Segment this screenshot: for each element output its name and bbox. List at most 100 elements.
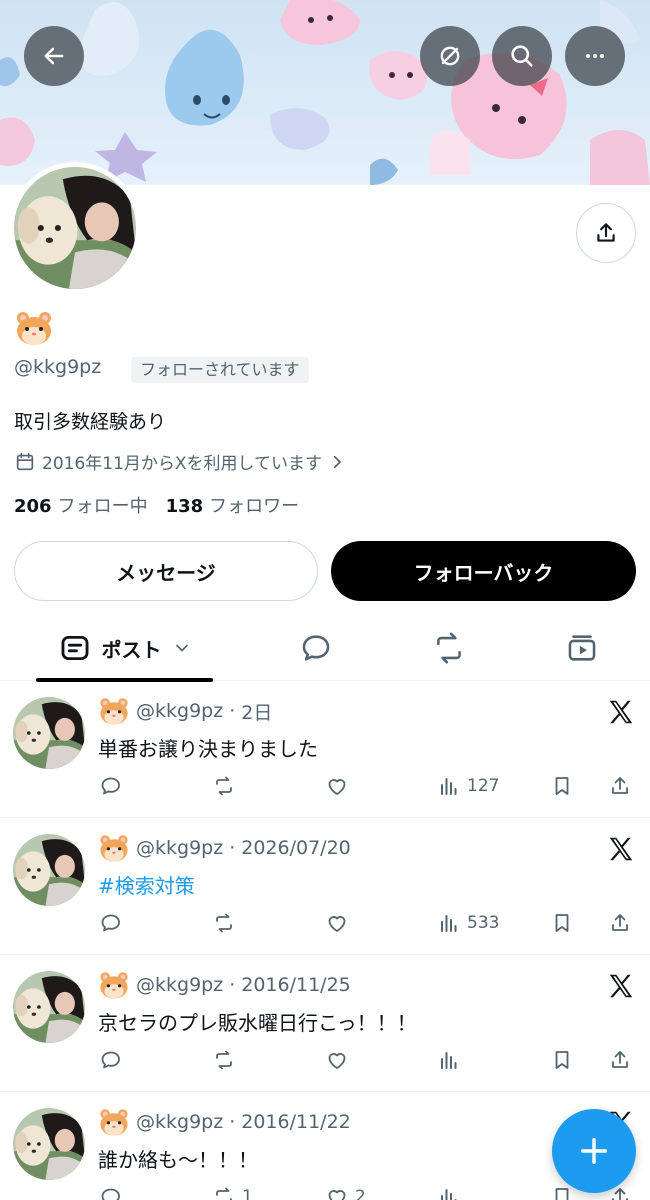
post-actions: 1 2: [0, 1180, 650, 1200]
profile-bio: 取引多数経験あり: [14, 411, 167, 433]
avatar-photo: [13, 1108, 85, 1180]
like-button[interactable]: [325, 769, 355, 803]
post-separator: ·: [229, 837, 236, 859]
post-text: 単番お譲り決まりました: [98, 737, 318, 761]
post-item[interactable]: @kkg9pz · 2日 単番お譲り決まりました 127: [0, 681, 650, 818]
post-share-button[interactable]: [608, 1043, 632, 1077]
post-date[interactable]: 2日: [241, 698, 272, 725]
back-arrow-icon: [44, 47, 64, 65]
x-logo-icon[interactable]: [606, 697, 636, 727]
hamster-emoji-icon: [100, 1109, 128, 1136]
post-handle[interactable]: @kkg9pz: [136, 837, 223, 859]
views-icon: [441, 1189, 457, 1200]
like-button[interactable]: 2: [325, 1180, 366, 1200]
post-meta: @kkg9pz · 2026/07/20: [98, 832, 351, 864]
post-avatar[interactable]: [13, 834, 85, 906]
post-actions: 533: [0, 906, 650, 940]
tab-media[interactable]: [552, 615, 612, 681]
views-button[interactable]: 127: [437, 769, 499, 803]
reply-icon: [101, 1051, 120, 1069]
search-icon: [511, 45, 533, 67]
views-icon: [441, 778, 457, 795]
reply-tab-icon: [302, 635, 330, 661]
translate-button[interactable]: [420, 26, 480, 86]
reply-button[interactable]: [99, 906, 129, 940]
post-avatar[interactable]: [13, 1108, 85, 1180]
follow-back-button[interactable]: フォローバック: [331, 541, 636, 601]
back-button[interactable]: [24, 26, 84, 86]
more-button[interactable]: [565, 26, 625, 86]
followers-link[interactable]: 138 フォロワー: [166, 492, 300, 518]
repost-button[interactable]: [212, 769, 242, 803]
avatar-photo: [13, 834, 85, 906]
avatar-photo: [13, 697, 85, 769]
post-handle[interactable]: @kkg9pz: [136, 700, 223, 722]
reply-button[interactable]: [99, 1180, 129, 1200]
share-profile-button[interactable]: [576, 203, 636, 263]
post-handle[interactable]: @kkg9pz: [136, 1111, 223, 1133]
post-meta: @kkg9pz · 2016/11/25: [98, 969, 351, 1001]
repost-icon: [216, 913, 232, 933]
profile-avatar[interactable]: [9, 162, 141, 294]
like-button[interactable]: [325, 1043, 355, 1077]
profile-handle: @kkg9pz: [14, 356, 102, 378]
tab-posts[interactable]: ポスト: [36, 615, 213, 682]
post-avatar[interactable]: [13, 971, 85, 1043]
profile-banner: [0, 0, 650, 185]
post-item[interactable]: @kkg9pz · 2016/11/25 京セラのプレ販水曜日行こっ！！！: [0, 955, 650, 1092]
post-actions: [0, 1043, 650, 1077]
x-logo-icon[interactable]: [606, 834, 636, 864]
like-count: 2: [355, 1187, 366, 1200]
views-button[interactable]: [437, 1043, 467, 1077]
tab-reposts[interactable]: [419, 615, 479, 681]
x-logo-icon[interactable]: [606, 971, 636, 1001]
post-meta: @kkg9pz · 2016/11/22: [98, 1106, 351, 1138]
view-count: 127: [467, 776, 500, 796]
joined-date[interactable]: 2016年11月からXを利用しています: [14, 449, 346, 474]
like-button[interactable]: [325, 906, 355, 940]
bookmark-button[interactable]: [550, 1043, 574, 1077]
post-actions: 127: [0, 769, 650, 803]
post-text: #検索対策: [98, 874, 195, 898]
post-share-button[interactable]: [608, 769, 632, 803]
reply-button[interactable]: [99, 769, 129, 803]
share-icon: [597, 223, 615, 242]
following-link[interactable]: 206 フォロー中: [14, 492, 148, 518]
views-button[interactable]: 533: [437, 906, 499, 940]
post-item[interactable]: @kkg9pz · 2026/07/20 #検索対策 533: [0, 818, 650, 955]
views-icon: [441, 1052, 457, 1069]
bookmark-icon: [555, 1188, 569, 1200]
bookmark-icon: [555, 1051, 569, 1069]
views-button[interactable]: [437, 1180, 467, 1200]
repost-icon: [216, 1187, 232, 1200]
compose-post-button[interactable]: [552, 1109, 636, 1193]
bookmark-button[interactable]: [550, 906, 574, 940]
post-date[interactable]: 2016/11/22: [241, 1111, 351, 1133]
plus-icon: [580, 1137, 608, 1165]
hamster-emoji-icon: [17, 312, 51, 345]
post-handle[interactable]: @kkg9pz: [136, 974, 223, 996]
reply-button[interactable]: [99, 1043, 129, 1077]
like-icon: [328, 1053, 346, 1069]
bookmark-button[interactable]: [550, 769, 574, 803]
banner-image: [0, 0, 650, 185]
followers-label: フォロワー: [209, 496, 300, 517]
post-date[interactable]: 2016/11/25: [241, 974, 351, 996]
message-button[interactable]: メッセージ: [14, 541, 318, 601]
repost-button[interactable]: [212, 906, 242, 940]
post-separator: ·: [229, 974, 236, 996]
profile-tabs: ポスト: [0, 615, 650, 682]
views-icon: [441, 915, 457, 932]
like-icon: [328, 779, 346, 795]
repost-icon: [216, 776, 232, 796]
tab-replies[interactable]: [286, 615, 346, 681]
joined-text: 2016年11月からXを利用しています: [42, 454, 323, 474]
post-avatar[interactable]: [13, 697, 85, 769]
repost-button[interactable]: 1: [212, 1180, 253, 1200]
repost-button[interactable]: [212, 1043, 242, 1077]
post-date[interactable]: 2026/07/20: [241, 837, 351, 859]
post-share-button[interactable]: [608, 906, 632, 940]
search-button[interactable]: [492, 26, 552, 86]
repost-count: 1: [242, 1187, 253, 1200]
follows-you-badge: フォローされています: [131, 357, 309, 383]
